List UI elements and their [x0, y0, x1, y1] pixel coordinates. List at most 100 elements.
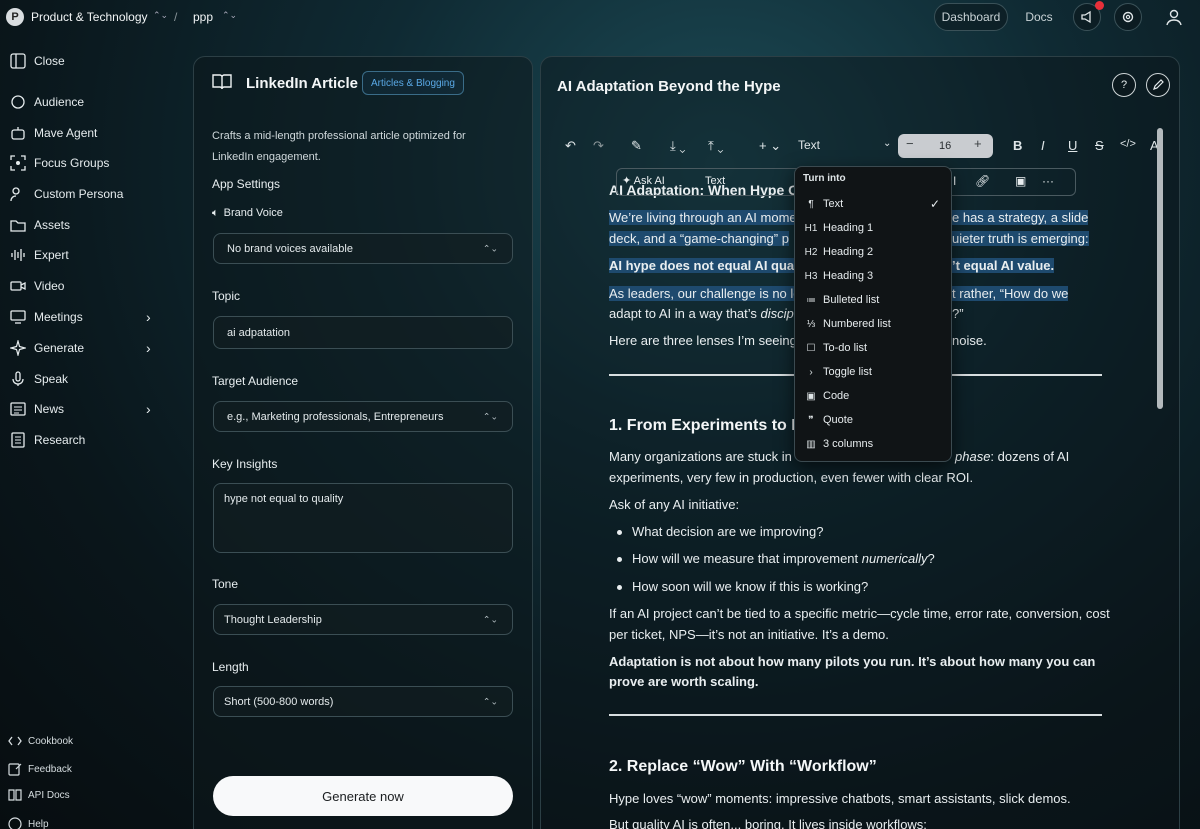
docs-link[interactable]: Docs	[1014, 3, 1064, 31]
sidebar-item-mave-agent[interactable]: Mave Agent	[10, 123, 97, 143]
sidebar-item-research[interactable]: Research	[10, 430, 85, 450]
sidebar-close[interactable]: Close	[10, 51, 65, 71]
doc-paragraph-1-line-2-end[interactable]: uieter truth is emerging:	[952, 228, 1089, 249]
sidebar-item-expert[interactable]: Expert	[10, 245, 69, 265]
font-size-decrease-button[interactable]: −	[906, 136, 914, 151]
menu-item-heading-2[interactable]: H2 Heading 2	[804, 246, 874, 258]
topic-input[interactable]: ai adpatation	[213, 316, 513, 349]
doc-paragraph-1-line-1[interactable]: We’re living through an AI mome	[609, 207, 797, 228]
ask-ai-button[interactable]: ✦ Ask AI	[622, 174, 665, 188]
menu-item-3-columns[interactable]: ▥ 3 columns	[804, 438, 873, 450]
settings-button[interactable]	[1114, 3, 1142, 31]
doc-paragraph-2-line-1-end[interactable]: t rather, “How do we	[952, 283, 1069, 304]
doc-section-1-para-line-1[interactable]: If an AI project can’t be tied to a spec…	[609, 603, 1110, 624]
menu-item-text[interactable]: ¶ Text	[804, 198, 843, 210]
download-icon[interactable]: ⤓ ⌄	[670, 138, 686, 154]
help-button[interactable]: ?	[1112, 73, 1136, 97]
font-size-increase-button[interactable]: +	[974, 136, 982, 151]
doc-section-1-line-2[interactable]: experiments, very few in production, eve…	[609, 467, 973, 488]
italic-inline-icon[interactable]: I	[953, 174, 956, 188]
sidebar-item-news[interactable]: News	[10, 399, 64, 419]
menu-item-code[interactable]: ▣ Code	[804, 390, 849, 402]
footer-cookbook[interactable]: Cookbook	[8, 735, 73, 747]
menu-item-numbered-list[interactable]: ⅓ Numbered list	[804, 318, 891, 330]
doc-section-2-line-2[interactable]: But quality AI is often... boring. It li…	[609, 814, 927, 829]
sidebar-item-meetings[interactable]: Meetings	[10, 307, 83, 327]
project-chevron-icon[interactable]: ⌃⌄	[222, 10, 237, 21]
doc-bullet[interactable]: How will we measure that improvement num…	[617, 548, 935, 569]
doc-paragraph-3[interactable]: Here are three lenses I’m seeing	[609, 330, 797, 351]
doc-paragraph-1-line-1-end[interactable]: e has a strategy, a slide	[952, 207, 1089, 228]
upload-icon[interactable]: ⤒ ⌄	[708, 138, 724, 154]
doc-section-1-para-line-2[interactable]: per ticket, NPS—it’s not an initiative. …	[609, 624, 889, 645]
doc-bullet[interactable]: What decision are we improving?	[617, 521, 823, 542]
doc-paragraph-2-line-1[interactable]: As leaders, our challenge is no lo	[609, 283, 801, 304]
block-type-select[interactable]: Text	[798, 138, 820, 152]
menu-item-heading-1[interactable]: H1 Heading 1	[804, 222, 874, 234]
doc-bullet[interactable]: How soon will we know if this is working…	[617, 576, 868, 597]
doc-section-2-heading[interactable]: 2. Replace “Wow” With “Workflow”	[609, 758, 877, 776]
dashboard-button[interactable]: Dashboard	[934, 3, 1008, 31]
sidebar-item-generate[interactable]: Generate	[10, 338, 84, 358]
block-type-chevron-icon[interactable]: ⌄	[883, 138, 891, 149]
generate-now-button[interactable]: Generate now	[213, 776, 513, 816]
menu-item-heading-3[interactable]: H3 Heading 3	[804, 270, 874, 282]
editor-scrollbar[interactable]	[1157, 128, 1163, 409]
more-options-icon[interactable]: ···	[1042, 174, 1054, 188]
workspace-avatar[interactable]: P	[6, 8, 24, 26]
doc-bold-statement[interactable]: AI hype does not equal AI qua	[609, 255, 795, 276]
meetings-expand-chevron-icon[interactable]: ›	[146, 309, 151, 325]
target-audience-select[interactable]: e.g., Marketing professionals, Entrepren…	[213, 401, 513, 432]
sidebar-item-custom-persona[interactable]: Custom Persona	[10, 184, 123, 204]
doc-section-1-ask[interactable]: Ask of any AI initiative:	[609, 494, 739, 515]
sidebar-item-focus-groups[interactable]: Focus Groups	[10, 153, 109, 173]
edit-button[interactable]	[1146, 73, 1170, 97]
generate-expand-chevron-icon[interactable]: ›	[146, 340, 151, 356]
undo-icon[interactable]: ↶	[565, 138, 576, 154]
footer-api-docs[interactable]: API Docs	[8, 789, 70, 801]
menu-item-bulleted-list[interactable]: ≔ Bulleted list	[804, 294, 879, 306]
doc-bold-statement-end[interactable]: ’t equal AI value.	[952, 255, 1055, 276]
comment-icon[interactable]: ▣	[1015, 174, 1026, 188]
insert-block-icon[interactable]: + ⌄	[759, 138, 781, 154]
doc-section-1-bold-line-1[interactable]: Adaptation is not about how many pilots …	[609, 651, 1095, 672]
news-expand-chevron-icon[interactable]: ›	[146, 401, 151, 417]
doc-section-2-line-1[interactable]: Hype loves “wow” moments: impressive cha…	[609, 788, 1071, 809]
sidebar-item-speak[interactable]: Speak	[10, 369, 68, 389]
inline-code-button[interactable]: </>	[1120, 138, 1136, 150]
doc-paragraph-2-line-2-end[interactable]: ?”	[952, 303, 964, 324]
workspace-switcher[interactable]: Product & Technology	[31, 10, 148, 24]
key-insights-textarea[interactable]: hype not equal to quality	[213, 483, 513, 553]
doc-section-1-line-1-end[interactable]: phase: dozens of AI	[955, 446, 1069, 467]
doc-section-1-heading[interactable]: 1. From Experiments to Ev	[609, 417, 811, 435]
redo-icon[interactable]: ↷	[593, 138, 604, 154]
workspace-chevron-icon[interactable]: ⌃⌄	[153, 10, 168, 21]
doc-paragraph-2-line-2[interactable]: adapt to AI in a way that’s discip	[609, 303, 794, 324]
footer-feedback[interactable]: Feedback	[8, 762, 72, 776]
strikethrough-button[interactable]: S	[1095, 138, 1104, 153]
menu-item-todo-list[interactable]: ☐ To-do list	[804, 342, 868, 354]
doc-paragraph-3-end[interactable]: noise.	[952, 330, 987, 351]
profile-button[interactable]	[1160, 3, 1188, 31]
bold-button[interactable]: B	[1013, 138, 1022, 153]
sidebar-item-video[interactable]: Video	[10, 276, 64, 296]
doc-paragraph-1-line-2[interactable]: deck, and a “game-changing” p	[609, 228, 789, 249]
sidebar-item-assets[interactable]: Assets	[10, 215, 70, 235]
project-switcher[interactable]: ppp	[193, 10, 213, 24]
doc-section-1-bold-line-2[interactable]: prove are worth scaling.	[609, 671, 759, 692]
italic-button[interactable]: I	[1041, 138, 1045, 153]
menu-item-toggle-list[interactable]: › Toggle list	[804, 366, 872, 378]
footer-help[interactable]: Help	[8, 817, 49, 829]
menu-item-quote[interactable]: ❞ Quote	[804, 414, 853, 426]
tone-select[interactable]: Thought Leadership ⌃⌄	[213, 604, 513, 635]
length-select[interactable]: Short (500-800 words) ⌃⌄	[213, 686, 513, 717]
inline-block-type[interactable]: Text	[705, 174, 725, 188]
underline-button[interactable]: U	[1068, 138, 1077, 153]
length-label: Length	[212, 660, 249, 674]
brand-voice-select[interactable]: No brand voices available ⌃⌄	[213, 233, 513, 264]
link-icon[interactable]: 🔗︎	[975, 174, 990, 188]
font-size-value[interactable]: 16	[939, 140, 951, 152]
sidebar-item-audience[interactable]: Audience	[10, 92, 84, 112]
magic-wand-icon[interactable]: ✎	[631, 138, 642, 154]
doc-section-1-line-1[interactable]: Many organizations are stuck in	[609, 446, 792, 467]
